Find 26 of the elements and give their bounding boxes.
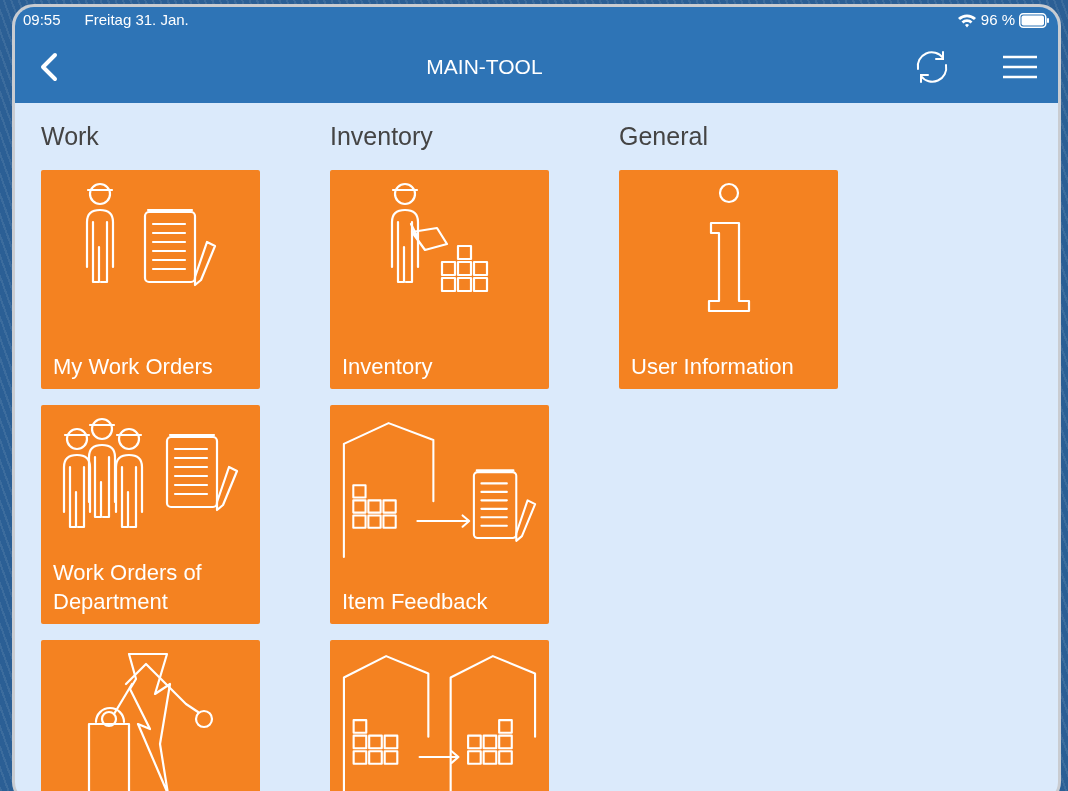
status-date: Freitag 31. Jan.	[84, 9, 189, 30]
status-time: 09:55	[23, 9, 61, 30]
battery-percent: 96 %	[980, 9, 1015, 30]
menu-tile[interactable]: User Information	[619, 169, 838, 389]
tile-label: My Work Orders	[53, 352, 214, 381]
section-title: General	[619, 123, 709, 151]
tile-label: Work Orders of Department	[53, 559, 203, 616]
app-title: MAIN-TOOL	[425, 54, 544, 81]
tile-label: Inventory	[342, 352, 434, 381]
back-button[interactable]	[39, 52, 59, 82]
menu-button[interactable]	[1002, 54, 1038, 80]
worker-boxes-icon	[390, 181, 489, 293]
wifi-icon	[956, 12, 977, 28]
menu-tile[interactable]: My Work Orders	[41, 169, 260, 389]
robot-arm-lightning-icon	[87, 651, 214, 791]
tile-label: User Information	[631, 352, 795, 381]
menu-tile[interactable]: Item Feedback	[330, 404, 549, 624]
info-icon	[706, 181, 751, 313]
worker-notepad-icon	[84, 181, 217, 287]
section-title: Inventory	[330, 123, 434, 151]
battery-icon	[1019, 12, 1050, 28]
menu-tile[interactable]: Inventory	[330, 169, 549, 389]
menu-tile[interactable]: Work Orders of Department	[41, 404, 260, 624]
section-title: Work	[41, 123, 100, 151]
tile-label: Item Feedback	[342, 587, 489, 616]
workers-notepad-icon	[62, 416, 239, 529]
